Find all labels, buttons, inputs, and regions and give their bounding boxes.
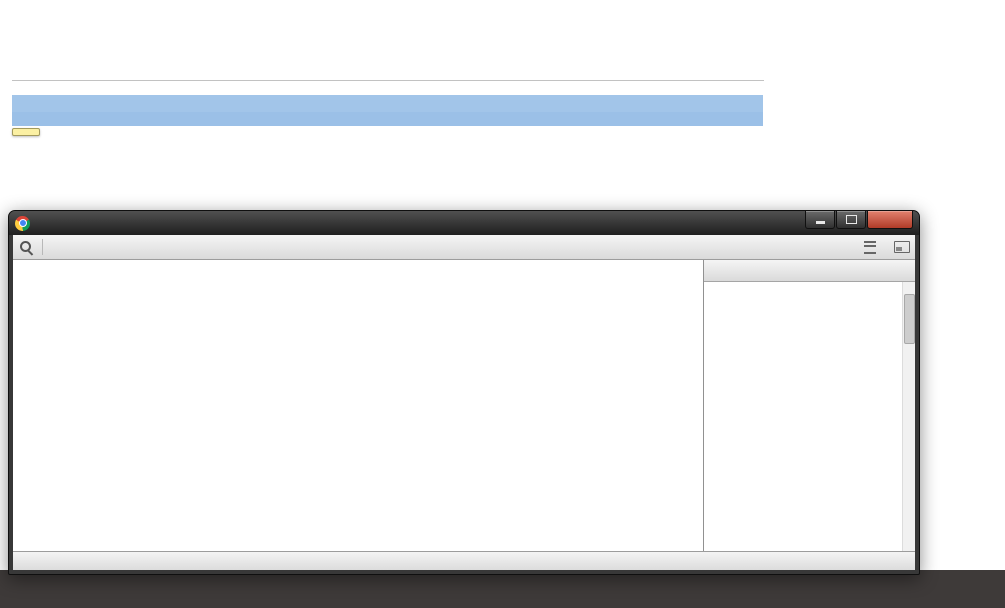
chrome-icon <box>15 215 30 231</box>
devtools-titlebar[interactable] <box>9 211 919 235</box>
inspect-highlight-content <box>12 95 763 112</box>
devtools-toolbar <box>13 235 915 260</box>
maximize-button[interactable] <box>836 211 866 229</box>
inspect-tooltip <box>12 128 40 136</box>
devtools-main <box>13 260 915 551</box>
dock-window-icon[interactable] <box>894 241 910 253</box>
menu-lines-icon[interactable] <box>864 240 876 254</box>
inspect-highlight-margin <box>12 112 763 126</box>
toolbar-right-icons <box>852 240 910 254</box>
tabs-underline <box>12 80 764 81</box>
dom-tree <box>13 260 703 551</box>
styles-content <box>704 282 902 551</box>
minimize-icon <box>815 220 825 224</box>
inspect-element-icon[interactable] <box>18 239 34 255</box>
scroll-down-icon[interactable] <box>903 540 915 551</box>
devtools-client <box>13 235 915 570</box>
page-footer <box>0 570 1005 608</box>
window-controls <box>804 211 913 229</box>
sidebar-tabs <box>704 260 915 282</box>
styles-sidebar <box>703 260 915 551</box>
toolbar-separator <box>42 239 43 255</box>
chrome-icon-core <box>18 219 27 227</box>
devtools-frame <box>9 235 919 574</box>
scroll-up-icon[interactable] <box>903 282 915 293</box>
sidebar-scrollbar[interactable] <box>902 282 915 551</box>
close-button[interactable] <box>867 211 913 229</box>
scrollbar-thumb[interactable] <box>904 294 915 344</box>
devtools-window <box>8 210 920 575</box>
breadcrumb-bar <box>13 551 915 570</box>
maximize-icon <box>845 215 857 224</box>
minimize-button[interactable] <box>805 211 835 229</box>
